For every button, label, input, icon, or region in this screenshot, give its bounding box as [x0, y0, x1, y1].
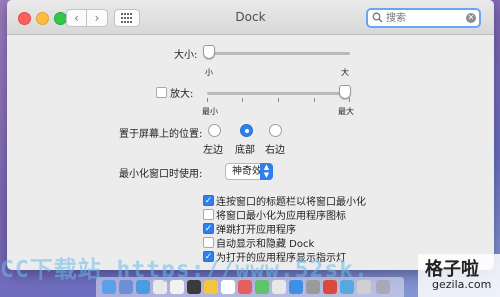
option-label: 连按窗口的标题栏以将窗口最小化 — [216, 197, 366, 208]
search-icon — [372, 12, 383, 23]
magnification-tick — [314, 98, 315, 102]
position-right-label: 右边 — [265, 145, 285, 156]
option-checkbox-minimize-into-app-icon[interactable] — [203, 209, 214, 220]
magnification-tick — [242, 98, 243, 102]
position-left-label: 左边 — [203, 145, 223, 156]
position-left-radio[interactable] — [208, 124, 221, 137]
title-bar: ‹ › Dock ✕ — [7, 0, 494, 35]
magnification-max-label: 最大 — [338, 107, 354, 116]
option-checkbox-autohide-dock[interactable] — [203, 237, 214, 248]
option-label: 自动显示和隐藏 Dock — [216, 239, 315, 250]
option-label: 将窗口最小化为应用程序图标 — [216, 211, 346, 222]
position-bottom-radio[interactable] — [240, 124, 253, 137]
size-slider-thumb[interactable] — [203, 45, 215, 59]
dock-preferences-window: ‹ › Dock ✕ 大小: 小 大 — [7, 0, 494, 270]
chevron-updown-icon: ▲ ▼ — [260, 163, 273, 180]
watermark-text: CC下载站 https://www.52sk. — [0, 257, 369, 283]
size-min-label: 小 — [205, 68, 213, 77]
magnification-slider-track[interactable] — [207, 92, 350, 95]
size-label: 大小: — [174, 50, 198, 61]
minimize-effect-popup[interactable]: 神奇效果 ▲ ▼ — [225, 163, 273, 180]
size-slider-track[interactable] — [207, 52, 350, 55]
magnification-tick — [207, 98, 208, 102]
position-right-radio[interactable] — [269, 124, 282, 137]
position-label: 置于屏幕上的位置: — [119, 129, 203, 140]
magnification-tick — [349, 98, 350, 102]
magnification-min-label: 最小 — [202, 107, 218, 116]
search-field[interactable]: ✕ — [366, 8, 481, 28]
watermark-url: gezila.com — [432, 278, 492, 291]
magnification-label: 放大: — [170, 89, 194, 100]
magnification-checkbox[interactable] — [156, 87, 167, 98]
option-checkbox-minimize-on-double-click[interactable]: ✓ — [203, 195, 214, 206]
magnification-tick — [278, 98, 279, 102]
position-bottom-label: 底部 — [235, 145, 255, 156]
minimize-effect-label: 最小化窗口时使用: — [119, 169, 203, 180]
option-checkbox-animate-opening[interactable]: ✓ — [203, 223, 214, 234]
size-max-label: 大 — [341, 68, 349, 77]
magnification-slider-thumb[interactable] — [339, 85, 351, 99]
search-input[interactable] — [386, 10, 462, 26]
clear-search-icon[interactable]: ✕ — [466, 13, 476, 23]
option-label: 弹跳打开应用程序 — [216, 225, 296, 236]
